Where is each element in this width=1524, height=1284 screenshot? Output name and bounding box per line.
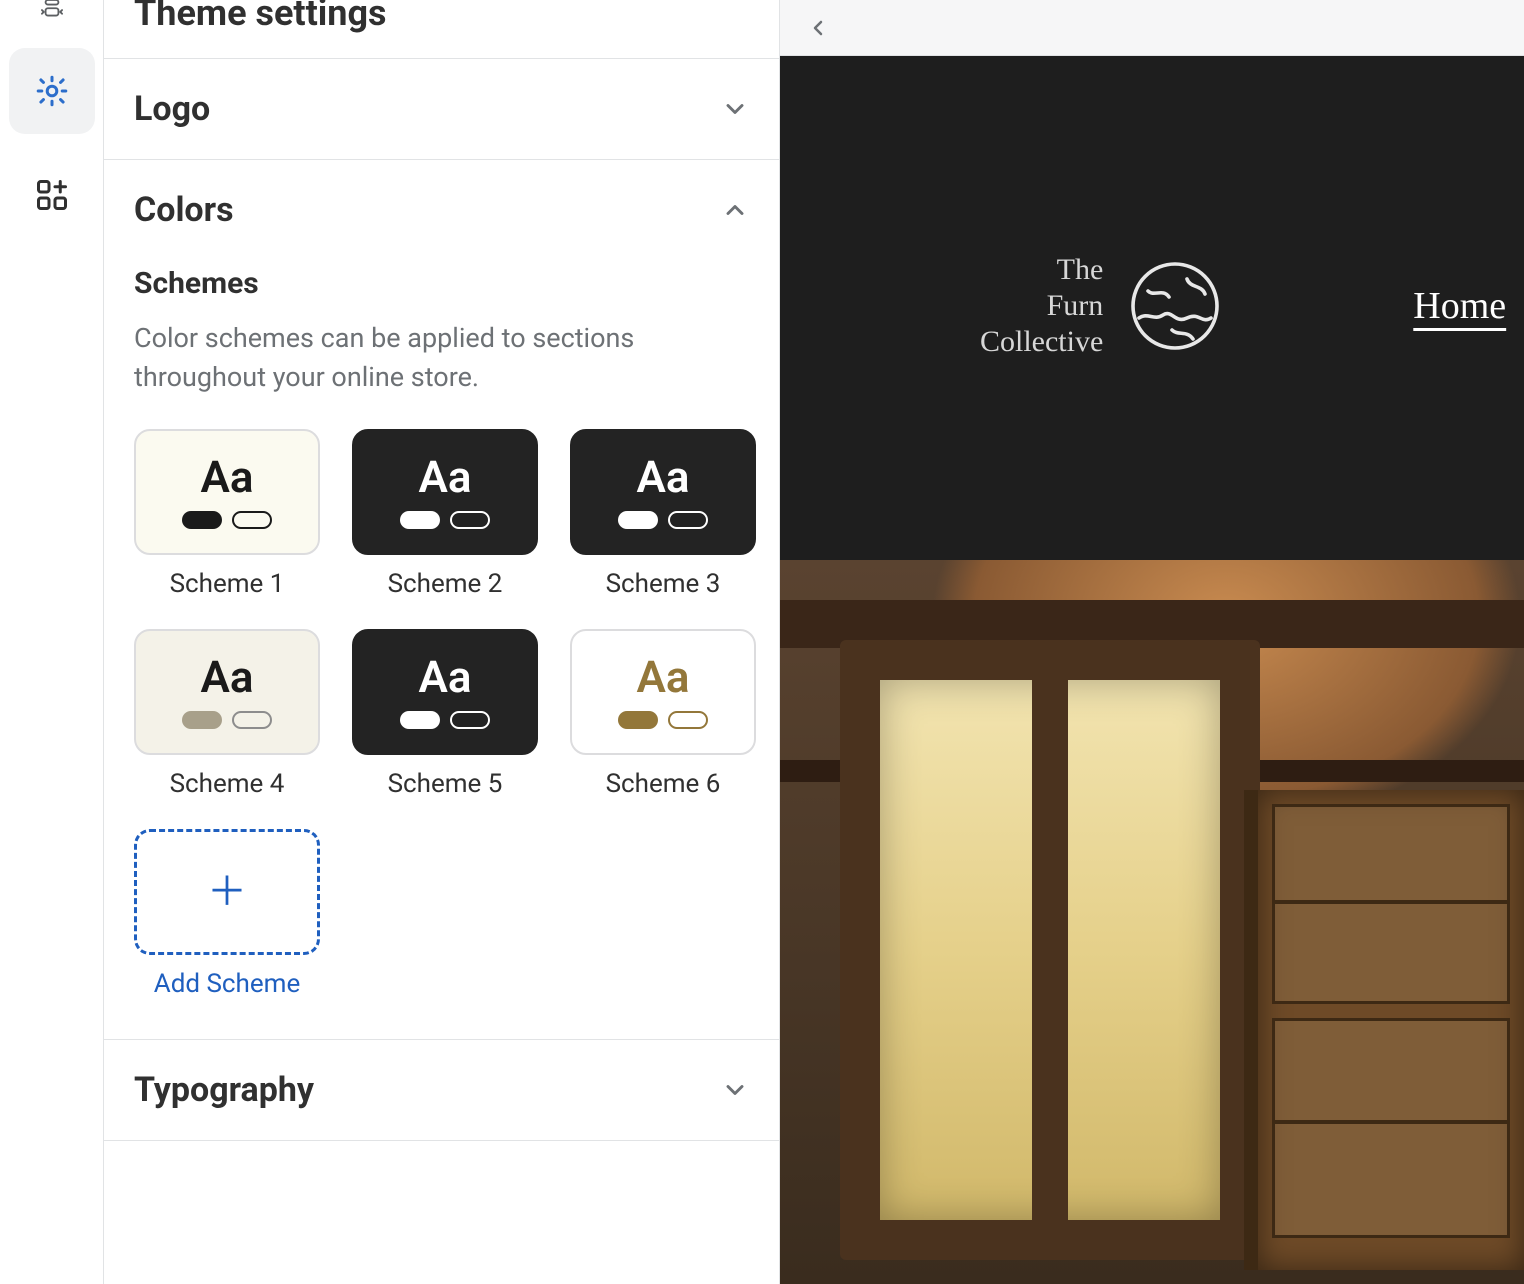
- scheme-label: Scheme 2: [388, 569, 503, 599]
- scheme-grid: Aa Scheme 1 Aa Scheme 2 Aa Scheme 3 Aa: [134, 429, 749, 999]
- scheme-swatch[interactable]: Aa: [134, 429, 320, 555]
- scheme-pills: [400, 511, 490, 529]
- apps-icon: [34, 177, 70, 213]
- chevron-down-icon: [721, 95, 749, 123]
- theme-settings-panel: Theme settings Logo Colors Schemes Color…: [104, 0, 780, 1284]
- store-brand[interactable]: The Furn Collective: [980, 252, 1223, 360]
- scheme-pill-solid: [182, 711, 222, 729]
- scheme-pill-outline: [668, 511, 708, 529]
- preview-toolbar: [780, 0, 1524, 56]
- section-colors: Colors Schemes Color schemes can be appl…: [104, 159, 779, 1039]
- scheme-pills: [182, 511, 272, 529]
- scheme-5: Aa Scheme 5: [352, 629, 538, 799]
- scheme-label: Scheme 3: [606, 569, 721, 599]
- nav-link-home[interactable]: Home: [1413, 284, 1506, 328]
- cabinet-pane: [1272, 804, 1510, 1004]
- settings-gear-icon: [34, 73, 70, 109]
- rail-item-apps[interactable]: [9, 152, 95, 238]
- cabinet-pane: [1272, 1018, 1510, 1238]
- scheme-pill-outline: [668, 711, 708, 729]
- hero-image: [780, 560, 1524, 1284]
- chevron-left-icon: [806, 16, 830, 40]
- scheme-pill-solid: [182, 511, 222, 529]
- scheme-label: Scheme 4: [170, 769, 285, 799]
- section-header-typography[interactable]: Typography: [104, 1040, 779, 1140]
- scheme-pills: [182, 711, 272, 729]
- brand-line: The: [980, 252, 1103, 288]
- section-header-logo[interactable]: Logo: [104, 59, 779, 159]
- chevron-down-icon: [721, 1076, 749, 1104]
- section-label-logo: Logo: [134, 89, 210, 129]
- store-header: The Furn Collective Home: [780, 56, 1524, 556]
- add-scheme: ＋ Add Scheme: [134, 829, 320, 999]
- scheme-2: Aa Scheme 2: [352, 429, 538, 599]
- scheme-sample-text: Aa: [200, 455, 253, 499]
- hero-cabinet: [1244, 790, 1524, 1270]
- scheme-pill-outline: [450, 511, 490, 529]
- add-scheme-button[interactable]: ＋: [134, 829, 320, 955]
- scheme-swatch[interactable]: Aa: [570, 429, 756, 555]
- section-label-typography: Typography: [134, 1070, 314, 1110]
- scheme-pill-solid: [400, 511, 440, 529]
- scheme-label: Scheme 1: [170, 569, 285, 599]
- scheme-pill-solid: [618, 511, 658, 529]
- panel-title: Theme settings: [134, 0, 749, 34]
- preview-back-button[interactable]: [800, 10, 836, 46]
- scheme-pills: [618, 511, 708, 529]
- scheme-swatch[interactable]: Aa: [352, 629, 538, 755]
- section-header-colors[interactable]: Colors: [104, 160, 779, 260]
- globe-logo-icon: [1127, 258, 1223, 354]
- scheme-pill-outline: [450, 711, 490, 729]
- sections-icon: [35, 0, 69, 22]
- scheme-pills: [618, 711, 708, 729]
- schemes-heading: Schemes: [134, 266, 749, 301]
- preview-pane: The Furn Collective Home: [780, 0, 1524, 1284]
- section-next-partial: [104, 1140, 779, 1180]
- scheme-swatch[interactable]: Aa: [570, 629, 756, 755]
- scheme-pill-solid: [618, 711, 658, 729]
- section-body-colors: Schemes Color schemes can be applied to …: [104, 266, 779, 1039]
- chevron-up-icon: [721, 196, 749, 224]
- editor-rail: [0, 0, 104, 1284]
- scheme-pills: [400, 711, 490, 729]
- hero-door: [840, 640, 1260, 1260]
- brand-line: Collective: [980, 324, 1103, 360]
- scheme-1: Aa Scheme 1: [134, 429, 320, 599]
- scheme-pill-outline: [232, 511, 272, 529]
- scheme-label: Scheme 5: [388, 769, 503, 799]
- scheme-swatch[interactable]: Aa: [352, 429, 538, 555]
- plus-icon: ＋: [207, 872, 247, 912]
- scheme-pill-solid: [400, 711, 440, 729]
- scheme-pill-outline: [232, 711, 272, 729]
- section-label-colors: Colors: [134, 190, 234, 230]
- scheme-sample-text: Aa: [636, 655, 689, 699]
- scheme-label: Scheme 6: [606, 769, 721, 799]
- cabinet-shelf: [1272, 900, 1510, 904]
- section-logo: Logo: [104, 58, 779, 159]
- scheme-sample-text: Aa: [418, 655, 471, 699]
- cabinet-shelf: [1272, 1120, 1510, 1124]
- scheme-sample-text: Aa: [636, 455, 689, 499]
- brand-text: The Furn Collective: [980, 252, 1103, 360]
- section-typography: Typography: [104, 1039, 779, 1140]
- scheme-4: Aa Scheme 4: [134, 629, 320, 799]
- scheme-swatch[interactable]: Aa: [134, 629, 320, 755]
- scheme-sample-text: Aa: [200, 655, 253, 699]
- scheme-sample-text: Aa: [418, 455, 471, 499]
- scheme-3: Aa Scheme 3: [570, 429, 756, 599]
- schemes-description: Color schemes can be applied to sections…: [134, 319, 749, 397]
- panel-header: Theme settings: [104, 0, 779, 58]
- rail-item-theme-settings[interactable]: [9, 48, 95, 134]
- brand-line: Furn: [980, 288, 1103, 324]
- scheme-6: Aa Scheme 6: [570, 629, 756, 799]
- add-scheme-label: Add Scheme: [154, 969, 300, 999]
- rail-item-sections-partial[interactable]: [0, 0, 103, 30]
